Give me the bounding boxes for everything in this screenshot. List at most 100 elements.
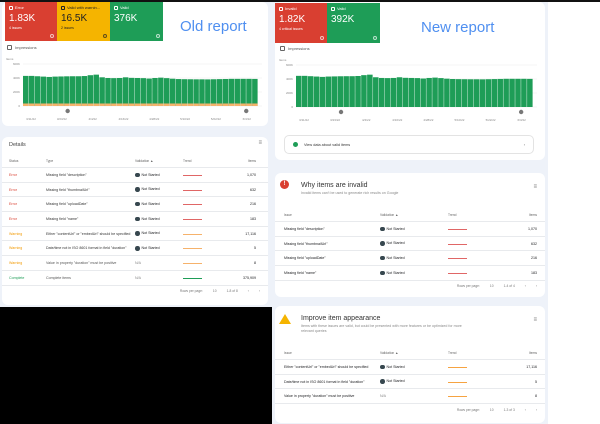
- bar[interactable]: [228, 78, 235, 106]
- help-icon[interactable]: [156, 34, 160, 38]
- bar[interactable]: [187, 103, 193, 107]
- bar[interactable]: [343, 76, 349, 107]
- bar[interactable]: [367, 74, 373, 107]
- bar[interactable]: [111, 103, 117, 107]
- rows-per-page-select[interactable]: 10: [490, 408, 494, 412]
- column-header[interactable]: Validation ▲: [380, 213, 448, 217]
- bar[interactable]: [216, 103, 223, 107]
- bar[interactable]: [140, 78, 146, 106]
- bar[interactable]: [408, 77, 415, 107]
- column-header[interactable]: Validation ▲: [380, 351, 448, 355]
- table-row[interactable]: Missing field "name" Not Started 183: [275, 265, 545, 280]
- bar[interactable]: [99, 77, 105, 106]
- bar[interactable]: [444, 78, 450, 107]
- bar[interactable]: [28, 75, 35, 106]
- bar[interactable]: [331, 76, 338, 107]
- table-row[interactable]: Missing field "uploadDate" Not Started 216: [275, 250, 545, 265]
- bar[interactable]: [87, 103, 94, 107]
- bar[interactable]: [122, 103, 129, 107]
- bar[interactable]: [70, 103, 76, 107]
- bar[interactable]: [81, 103, 88, 107]
- bar[interactable]: [52, 103, 58, 107]
- bar[interactable]: [497, 78, 503, 107]
- table-row[interactable]: Date/time not in ISO 8601 format in fiel…: [275, 373, 545, 389]
- bar[interactable]: [246, 103, 252, 107]
- bar[interactable]: [117, 78, 123, 106]
- bar[interactable]: [199, 79, 205, 106]
- stat-valid[interactable]: Valid 376K: [110, 2, 163, 41]
- bar[interactable]: [64, 76, 70, 106]
- bar[interactable]: [105, 78, 111, 106]
- bar[interactable]: [355, 75, 361, 107]
- bar[interactable]: [152, 78, 158, 106]
- bar[interactable]: [93, 103, 99, 107]
- bar[interactable]: [128, 77, 135, 106]
- annotation-marker[interactable]: [518, 109, 524, 115]
- bar[interactable]: [373, 77, 379, 107]
- bar[interactable]: [396, 77, 403, 107]
- bar[interactable]: [509, 78, 515, 107]
- bar[interactable]: [52, 76, 58, 106]
- bar[interactable]: [467, 79, 474, 107]
- table-row[interactable]: Error Missing field "name" Not Started 183: [2, 211, 268, 226]
- bar[interactable]: [307, 76, 314, 107]
- column-header[interactable]: Issue: [275, 351, 380, 355]
- bar[interactable]: [234, 78, 240, 106]
- bar[interactable]: [319, 76, 326, 107]
- bar[interactable]: [58, 76, 64, 106]
- filter-icon[interactable]: ≡: [258, 140, 262, 146]
- bar[interactable]: [46, 103, 52, 107]
- bar[interactable]: [240, 103, 246, 107]
- bar[interactable]: [438, 78, 444, 107]
- bar[interactable]: [122, 77, 129, 106]
- bar[interactable]: [402, 77, 409, 107]
- filter-icon[interactable]: ≡: [533, 317, 537, 323]
- table-row[interactable]: Warning Date/time not in ISO 8601 format …: [2, 240, 268, 255]
- chevron-right-icon[interactable]: ›: [259, 289, 260, 293]
- bar[interactable]: [134, 103, 141, 107]
- bar[interactable]: [211, 79, 217, 106]
- bar[interactable]: [193, 103, 199, 107]
- bar[interactable]: [158, 103, 164, 107]
- bar[interactable]: [325, 76, 332, 107]
- table-row[interactable]: Error Missing field "uploadDate" Not Start…: [2, 196, 268, 211]
- bar[interactable]: [473, 79, 480, 107]
- bar[interactable]: [40, 103, 47, 107]
- bar[interactable]: [390, 77, 397, 107]
- bar[interactable]: [117, 103, 123, 107]
- bar[interactable]: [491, 79, 498, 107]
- bar[interactable]: [46, 76, 52, 106]
- bar[interactable]: [503, 78, 509, 107]
- chevron-left-icon[interactable]: ‹: [525, 408, 526, 412]
- bar[interactable]: [384, 78, 391, 107]
- table-row[interactable]: Complete Complete items N/A 375,909: [2, 269, 268, 285]
- bar[interactable]: [199, 103, 205, 107]
- bar[interactable]: [158, 77, 164, 106]
- column-header[interactable]: Items: [218, 159, 262, 163]
- bar[interactable]: [432, 77, 438, 107]
- chevron-right-icon[interactable]: ›: [536, 284, 537, 288]
- bar[interactable]: [187, 79, 193, 106]
- bar[interactable]: [461, 79, 468, 107]
- bar[interactable]: [169, 78, 176, 106]
- annotation-marker[interactable]: [65, 108, 70, 114]
- bar[interactable]: [378, 77, 385, 107]
- bar[interactable]: [34, 103, 41, 107]
- bar[interactable]: [205, 79, 211, 106]
- bar[interactable]: [211, 103, 217, 107]
- bar[interactable]: [169, 103, 176, 107]
- column-header[interactable]: Issue: [275, 213, 380, 217]
- column-header[interactable]: Trend: [448, 213, 508, 217]
- annotation-marker[interactable]: [338, 109, 344, 115]
- bar[interactable]: [222, 78, 229, 106]
- column-header[interactable]: Validation ▲: [135, 159, 183, 163]
- help-icon[interactable]: [103, 34, 107, 38]
- bar[interactable]: [64, 103, 70, 107]
- bar[interactable]: [140, 103, 146, 107]
- bar[interactable]: [34, 76, 41, 106]
- bar[interactable]: [234, 103, 240, 107]
- column-header[interactable]: Items: [508, 351, 545, 355]
- bar[interactable]: [175, 79, 182, 106]
- bar[interactable]: [515, 78, 521, 107]
- bar[interactable]: [128, 103, 135, 107]
